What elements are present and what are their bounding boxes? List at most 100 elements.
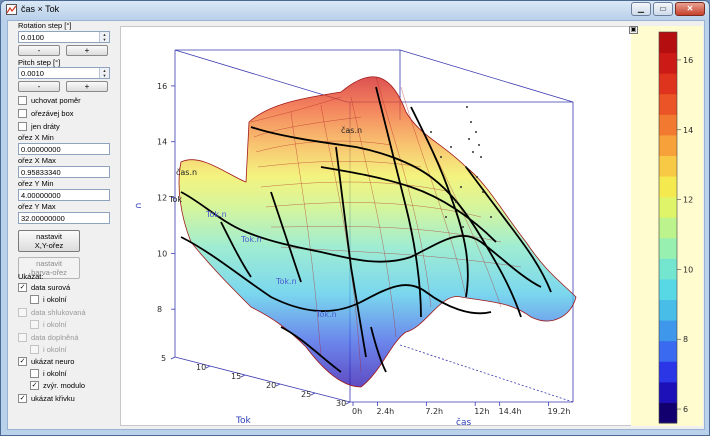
checkbox-check-icon: ✓ [30, 381, 39, 390]
clip-xmin-input[interactable]: 0.00000000 [18, 143, 110, 155]
plot-canvas[interactable]: čas.n čas.n Tok Tok.n Tok.n Tok.n Tok.n … [121, 27, 640, 427]
close-icon: ✕ [686, 4, 694, 13]
x-tick-label: 14.4h [499, 407, 522, 416]
pitch-plus-button[interactable]: + [66, 81, 108, 92]
checkbox-check-icon: ✓ [18, 357, 27, 366]
set-xy-clip-button[interactable]: nastavit X,Y-ořez [18, 230, 80, 252]
clip-box-label: ořezávej box [31, 109, 74, 118]
minimize-button[interactable]: ▁ [631, 2, 651, 16]
colorbar-band [659, 320, 677, 342]
pitch-step-value: 0.0010 [21, 69, 44, 78]
spin-down-icon: ▼ [102, 73, 107, 78]
x-axis-label: čas [456, 417, 471, 427]
y-tick-label: 20 [266, 381, 276, 390]
colorbar-band [659, 155, 677, 177]
pitch-step-spinner[interactable]: ▲ ▼ [99, 68, 109, 78]
colorbar-band [659, 237, 677, 259]
surface-label-tok: Tok [168, 195, 182, 204]
z-tick-label: 16 [157, 82, 167, 91]
checkbox-box [18, 333, 27, 342]
control-panel: Rotation step [°] 0.0100 ▲ ▼ - + Pitch st… [8, 21, 120, 431]
title-bar[interactable]: čas × Tok ▁ ▭ ✕ [1, 1, 709, 19]
surface-label-cas-n-1: čas.n [341, 125, 362, 135]
rotation-step-input[interactable]: 0.0100 ▲ ▼ [18, 31, 110, 43]
checkbox-box [30, 295, 39, 304]
y-tick-mark [205, 365, 211, 369]
colorbar-band [659, 176, 677, 198]
clip-ymin-value: 4.00000000 [21, 191, 61, 200]
surface-label-tok-n-4: Tok.n [315, 310, 337, 319]
z-tick-label: 10 [157, 249, 167, 258]
colorbar-band [659, 134, 677, 156]
surface-plot[interactable]: čas.n čas.n Tok Tok.n Tok.n Tok.n Tok.n … [120, 26, 640, 427]
y-tick-label: 5 [161, 354, 166, 363]
colorbar-panel: 6 8 10 12 14 16 [631, 26, 703, 426]
maximize-button[interactable]: ▭ [653, 2, 673, 16]
checkbox-box [30, 369, 39, 378]
colorbar-band [659, 196, 677, 218]
clip-xmax-label: ořez X Max [18, 156, 56, 165]
client-area: Rotation step [°] 0.0100 ▲ ▼ - + Pitch st… [7, 20, 705, 430]
legend-toggle-button[interactable]: ▣ [629, 26, 638, 34]
minimize-icon: ▁ [637, 4, 645, 13]
z-axis-label: ∩ [134, 202, 144, 209]
clip-ymax-value: 32.00000000 [21, 214, 65, 223]
rotation-step-spinner[interactable]: ▲ ▼ [99, 32, 109, 42]
y-tick-label: 15 [231, 372, 241, 381]
colorbar-band [659, 361, 677, 383]
supplemented-data-label: data doplněná [31, 333, 79, 342]
clip-ymin-label: ořez Y Min [18, 179, 54, 188]
raw-surroundings-label: i okolní [43, 295, 67, 304]
set-color-clip-line1: nastavit [36, 259, 62, 268]
clip-ymax-input[interactable]: 32.00000000 [18, 212, 110, 224]
surface-shape [178, 76, 577, 388]
y-tick-mark [240, 374, 246, 378]
clip-ymin-input[interactable]: 4.00000000 [18, 189, 110, 201]
neuro-surroundings-label: i okolní [43, 369, 67, 378]
surface-label-tok-n-2: Tok.n [240, 235, 262, 244]
pitch-minus-button[interactable]: - [18, 81, 60, 92]
spin-down-icon: ▼ [102, 37, 107, 42]
colorbar-band [659, 299, 677, 321]
clip-xmax-input[interactable]: 0.95833340 [18, 166, 110, 178]
smoothed-surroundings-label: i okolní [43, 320, 67, 329]
colorbar-tick-label: 6 [683, 405, 688, 414]
x-tick-label: 2.4h [376, 407, 394, 416]
y-tick-label: 30 [336, 399, 346, 408]
colorbar-band [659, 93, 677, 115]
colorbar-band [659, 32, 677, 54]
x-tick-label: 0h [352, 407, 362, 416]
amplify-modulo-label: zvýr. modulo [43, 381, 86, 390]
show-neuro-label: ukázat neuro [31, 357, 75, 366]
rotation-plus-button[interactable]: + [66, 45, 108, 56]
supplemented-surroundings-label: i okolní [43, 345, 67, 354]
checkbox-box [30, 345, 39, 354]
checkbox-box [30, 320, 39, 329]
raw-data-label: data surová [31, 283, 71, 292]
clip-xmin-value: 0.00000000 [21, 145, 61, 154]
close-button[interactable]: ✕ [675, 2, 705, 16]
show-section-label: Ukázat: [18, 272, 44, 281]
rotation-minus-button[interactable]: - [18, 45, 60, 56]
colorbar-bands [658, 31, 678, 424]
z-tick-label: 12 [157, 194, 167, 203]
maximize-icon: ▭ [659, 4, 667, 13]
y-tick-mark [275, 383, 281, 387]
clip-xmin-label: ořez X Min [18, 133, 54, 142]
colorbar: 6 8 10 12 14 16 [658, 31, 693, 424]
smoothed-data-label: data shlukovaná [31, 308, 86, 317]
colorbar-band [659, 52, 677, 74]
app-window: čas × Tok ▁ ▭ ✕ Rotation step [°] 0.0100… [0, 0, 710, 436]
x-tick-label: 7.2h [425, 407, 443, 416]
colorbar-band [659, 258, 677, 280]
show-curve-label: ukázat křivku [31, 394, 75, 403]
set-xy-clip-line1: nastavit [36, 232, 62, 241]
set-xy-clip-line2: X,Y-ořez [34, 241, 64, 250]
y-axis-label: Tok [235, 416, 251, 426]
colorbar-band [659, 381, 677, 403]
colorbar-band [659, 114, 677, 136]
rotation-step-label: Rotation step [°] [18, 21, 72, 30]
checkbox-check-icon: ✓ [18, 283, 27, 292]
colorbar-ticks: 6 8 10 12 14 16 [677, 56, 693, 414]
pitch-step-input[interactable]: 0.0010 ▲ ▼ [18, 67, 110, 79]
